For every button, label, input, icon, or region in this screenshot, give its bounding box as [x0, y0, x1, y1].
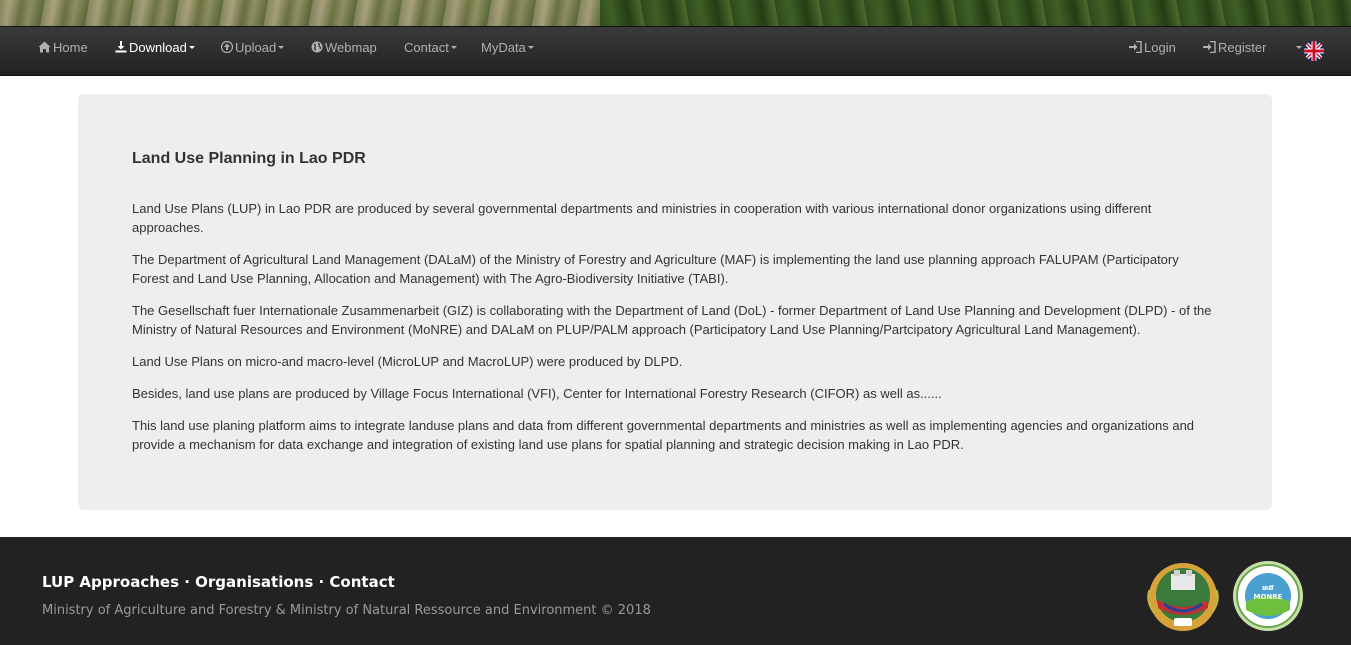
header-banner-image [0, 0, 1351, 26]
footer-copyright: Ministry of Agriculture and Forestry & M… [42, 603, 651, 618]
download-icon [115, 28, 127, 70]
intro-paragraph: The Department of Agricultural Land Mana… [132, 252, 1179, 286]
nav-login-label: Login [1144, 40, 1176, 55]
intro-paragraph: The Gesellschaft fuer Internationale Zus… [132, 303, 1212, 337]
nav-mydata[interactable]: MyData [481, 27, 534, 75]
intro-panel: Land Use Planning in Lao PDR Land Use Pl… [78, 94, 1272, 510]
chevron-down-icon [278, 46, 285, 49]
intro-paragraph: Land Use Plans (LUP) in Lao PDR are prod… [132, 201, 1152, 235]
globe-icon [311, 28, 323, 70]
nav-download[interactable]: Download [115, 27, 195, 75]
chevron-down-icon [188, 46, 195, 49]
banner-right-forest [600, 0, 1351, 26]
intro-paragraph: This land use planing platform aims to i… [132, 418, 1195, 452]
footer-link-lup-approaches[interactable]: LUP Approaches [42, 573, 179, 591]
nav-register[interactable]: Register [1203, 27, 1266, 75]
language-dropdown-toggle[interactable] [1294, 27, 1302, 75]
intro-paragraph: Land Use Plans on micro-and macro-level … [132, 354, 683, 369]
intro-paragraph: Besides, land use plans are produced by … [132, 386, 942, 401]
nav-contact[interactable]: Contact [404, 27, 457, 75]
footer-link-contact[interactable]: Contact [329, 573, 394, 591]
monre-logo: ທສ MONRE [1232, 560, 1306, 634]
uk-flag-icon[interactable] [1304, 41, 1324, 61]
nav-home[interactable]: Home [38, 27, 88, 75]
footer-separator: · [313, 573, 330, 591]
login-icon [1129, 28, 1142, 70]
nav-contact-label: Contact [404, 40, 449, 55]
nav-upload-label: Upload [235, 40, 277, 55]
footer-link-organisations[interactable]: Organisations [195, 573, 313, 591]
nav-register-label: Register [1218, 40, 1267, 55]
nav-home-label: Home [53, 40, 88, 55]
top-navbar: Home Download Upload Webmap Contact MyDa… [0, 26, 1351, 76]
nav-webmap-label: Webmap [325, 40, 377, 55]
maf-logo [1144, 560, 1219, 634]
chevron-down-icon [450, 46, 457, 49]
banner-left-landscape [0, 0, 600, 26]
nav-webmap[interactable]: Webmap [311, 27, 377, 75]
footer-separator: · [179, 573, 196, 591]
footer-links: LUP Approaches · Organisations · Contact [42, 573, 395, 591]
page-title: Land Use Planning in Lao PDR [132, 150, 366, 167]
chevron-down-icon [527, 46, 534, 49]
nav-login[interactable]: Login [1129, 27, 1176, 75]
svg-text:ທສ: ທສ [1262, 584, 1274, 592]
chevron-down-icon [1296, 46, 1302, 49]
register-icon [1203, 28, 1216, 70]
nav-upload[interactable]: Upload [220, 27, 285, 75]
page-footer: LUP Approaches · Organisations · Contact… [0, 537, 1351, 645]
home-icon [38, 28, 51, 70]
nav-download-label: Download [129, 40, 187, 55]
nav-mydata-label: MyData [481, 40, 526, 55]
monre-logo-text: MONRE [1254, 593, 1283, 601]
upload-circle-icon [220, 28, 234, 70]
